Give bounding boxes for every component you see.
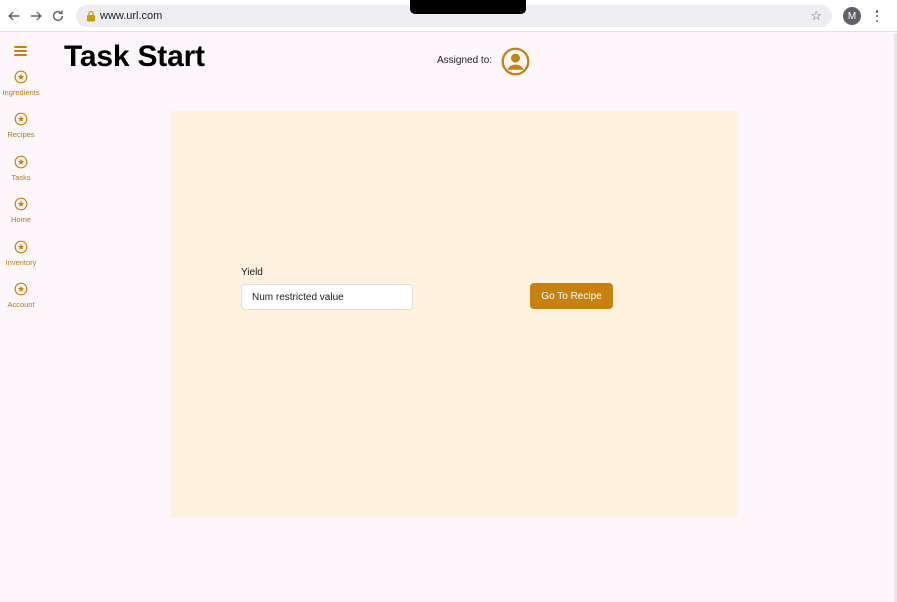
sidebar-item-account[interactable]: Account xyxy=(0,282,42,318)
browser-menu-icon[interactable] xyxy=(872,8,882,24)
camera-notch xyxy=(410,0,526,14)
star-circle-icon xyxy=(14,70,28,84)
yield-input[interactable] xyxy=(241,284,413,310)
sidebar-item-label: Inventory xyxy=(5,258,37,267)
arrow-right-icon xyxy=(30,11,42,21)
sidebar-item-label: Recipes xyxy=(7,130,35,139)
arrow-left-icon xyxy=(8,11,20,21)
reload-icon xyxy=(52,10,64,22)
url-text: www.url.com xyxy=(100,10,163,22)
star-circle-icon xyxy=(14,282,28,296)
sidebar-item-tasks[interactable]: Tasks xyxy=(0,155,42,191)
assigned-to-label: Assigned to: xyxy=(437,55,493,66)
sidebar-item-label: Tasks xyxy=(11,173,31,182)
lock-icon xyxy=(87,10,95,22)
hamburger-menu-icon[interactable] xyxy=(14,46,27,56)
reload-button[interactable] xyxy=(48,6,68,26)
star-circle-icon xyxy=(14,197,28,211)
sidebar-item-inventory[interactable]: Inventory xyxy=(0,240,42,276)
star-circle-icon xyxy=(14,112,28,126)
sidebar-item-home[interactable]: Home xyxy=(0,197,42,233)
side-navigation: Ingredients Recipes Tasks Home Inventory… xyxy=(0,38,42,328)
sidebar-item-label: Ingredients xyxy=(2,88,40,97)
sidebar-item-label: Account xyxy=(7,300,35,309)
forward-button[interactable] xyxy=(26,6,46,26)
sidebar-item-label: Home xyxy=(10,215,31,224)
sidebar-item-ingredients[interactable]: Ingredients xyxy=(0,70,42,106)
account-circle-icon[interactable] xyxy=(501,47,530,76)
go-to-recipe-button[interactable]: Go To Recipe xyxy=(530,283,613,309)
star-circle-icon xyxy=(14,155,28,169)
yield-label: Yield xyxy=(241,267,263,278)
browser-toolbar: www.url.com ☆ M xyxy=(0,0,897,32)
bookmark-star-icon[interactable]: ☆ xyxy=(810,8,822,24)
task-start-card: Yield Go To Recipe xyxy=(171,111,738,518)
page-title: Task Start xyxy=(64,40,205,73)
sidebar-item-recipes[interactable]: Recipes xyxy=(0,112,42,148)
back-button[interactable] xyxy=(4,6,24,26)
profile-avatar[interactable]: M xyxy=(843,7,861,25)
star-circle-icon xyxy=(14,240,28,254)
